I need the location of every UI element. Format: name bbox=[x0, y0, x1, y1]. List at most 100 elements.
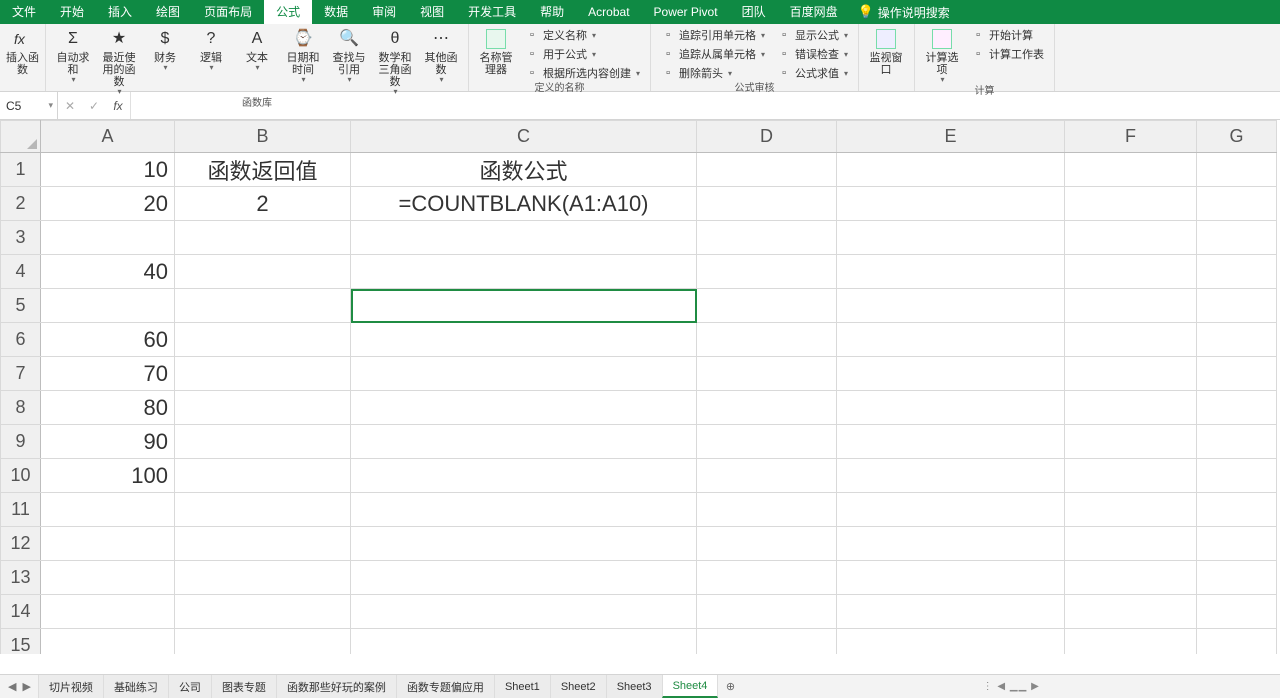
cell[interactable] bbox=[1065, 289, 1197, 323]
cell[interactable] bbox=[1065, 357, 1197, 391]
cell[interactable] bbox=[351, 459, 697, 493]
row-header[interactable]: 6 bbox=[1, 323, 41, 357]
cell[interactable] bbox=[837, 425, 1065, 459]
cell[interactable] bbox=[837, 629, 1065, 655]
cell[interactable] bbox=[175, 527, 351, 561]
cell[interactable] bbox=[41, 595, 175, 629]
ribbon-tab[interactable]: Acrobat bbox=[576, 0, 641, 24]
sheet-tab[interactable]: Sheet4 bbox=[662, 675, 719, 698]
cell[interactable] bbox=[351, 391, 697, 425]
cell[interactable]: 60 bbox=[41, 323, 175, 357]
function-library-button[interactable]: $财务▾ bbox=[144, 26, 186, 73]
cell[interactable] bbox=[837, 357, 1065, 391]
row-header[interactable]: 14 bbox=[1, 595, 41, 629]
ribbon-tab[interactable]: 百度网盘 bbox=[778, 0, 850, 24]
ribbon-tab[interactable]: 团队 bbox=[730, 0, 778, 24]
ribbon-small-button[interactable]: ▫错误检查▾ bbox=[773, 45, 852, 63]
cell[interactable]: 40 bbox=[41, 255, 175, 289]
cell[interactable] bbox=[697, 255, 837, 289]
cell[interactable] bbox=[837, 153, 1065, 187]
cell[interactable] bbox=[837, 221, 1065, 255]
cell[interactable]: 70 bbox=[41, 357, 175, 391]
cell[interactable] bbox=[1197, 527, 1277, 561]
name-manager-button[interactable]: 名称管理器 bbox=[475, 26, 517, 76]
function-library-button[interactable]: ⌚日期和时间▾ bbox=[282, 26, 324, 85]
calc-options-button[interactable]: 计算选项▾ bbox=[921, 26, 963, 85]
ribbon-small-button[interactable]: ▫追踪从属单元格▾ bbox=[657, 45, 769, 63]
ribbon-tab[interactable]: 页面布局 bbox=[192, 0, 264, 24]
cell[interactable] bbox=[1197, 323, 1277, 357]
cell[interactable] bbox=[1197, 153, 1277, 187]
cell[interactable] bbox=[1197, 425, 1277, 459]
cell[interactable]: 90 bbox=[41, 425, 175, 459]
sheet-tab[interactable]: 基础练习 bbox=[103, 675, 169, 698]
cell[interactable] bbox=[697, 425, 837, 459]
ribbon-small-button[interactable]: ▫删除箭头▾ bbox=[657, 64, 769, 82]
ribbon-tab[interactable]: 公式 bbox=[264, 0, 312, 24]
cell[interactable] bbox=[41, 493, 175, 527]
function-library-button[interactable]: 🔍查找与引用▾ bbox=[328, 26, 370, 85]
cell[interactable] bbox=[1065, 561, 1197, 595]
watch-window-button[interactable]: 监视窗口 bbox=[865, 26, 907, 76]
sheet-tab[interactable]: Sheet3 bbox=[606, 675, 663, 698]
cell[interactable] bbox=[1197, 561, 1277, 595]
cell[interactable] bbox=[175, 595, 351, 629]
cell[interactable] bbox=[1065, 425, 1197, 459]
cell[interactable] bbox=[41, 221, 175, 255]
cell[interactable] bbox=[1197, 493, 1277, 527]
cell[interactable] bbox=[351, 629, 697, 655]
tell-me-search[interactable]: 💡操作说明搜索 bbox=[858, 4, 950, 21]
cell[interactable] bbox=[697, 629, 837, 655]
row-header[interactable]: 9 bbox=[1, 425, 41, 459]
function-library-button[interactable]: Σ自动求和▾ bbox=[52, 26, 94, 85]
row-header[interactable]: 11 bbox=[1, 493, 41, 527]
cell[interactable] bbox=[1065, 187, 1197, 221]
ribbon-small-button[interactable]: ▫定义名称▾ bbox=[521, 26, 644, 44]
cell[interactable] bbox=[837, 527, 1065, 561]
cell[interactable] bbox=[351, 561, 697, 595]
cell[interactable] bbox=[175, 459, 351, 493]
cell[interactable] bbox=[697, 391, 837, 425]
column-header[interactable]: B bbox=[175, 121, 351, 153]
cell[interactable] bbox=[1197, 391, 1277, 425]
cell[interactable] bbox=[837, 391, 1065, 425]
function-library-button[interactable]: ⋯其他函数▾ bbox=[420, 26, 462, 85]
cell[interactable] bbox=[697, 459, 837, 493]
cell[interactable] bbox=[697, 595, 837, 629]
cell[interactable] bbox=[1065, 527, 1197, 561]
ribbon-tab[interactable]: 视图 bbox=[408, 0, 456, 24]
cell[interactable] bbox=[175, 629, 351, 655]
ribbon-small-button[interactable]: ▫显示公式▾ bbox=[773, 26, 852, 44]
cell[interactable] bbox=[697, 221, 837, 255]
sheet-tab[interactable]: Sheet2 bbox=[550, 675, 607, 698]
cell[interactable] bbox=[351, 255, 697, 289]
row-header[interactable]: 3 bbox=[1, 221, 41, 255]
cell[interactable]: 80 bbox=[41, 391, 175, 425]
ribbon-small-button[interactable]: ▫根据所选内容创建▾ bbox=[521, 64, 644, 82]
row-header[interactable]: 10 bbox=[1, 459, 41, 493]
cell[interactable] bbox=[351, 221, 697, 255]
cell[interactable]: 2 bbox=[175, 187, 351, 221]
ribbon-tab[interactable]: 帮助 bbox=[528, 0, 576, 24]
cell[interactable] bbox=[175, 425, 351, 459]
sheet-nav-next-icon[interactable]: ▶ bbox=[22, 680, 30, 693]
cell[interactable] bbox=[697, 357, 837, 391]
ribbon-tab[interactable]: 开始 bbox=[48, 0, 96, 24]
cell[interactable] bbox=[1197, 255, 1277, 289]
cell[interactable] bbox=[1197, 187, 1277, 221]
cell[interactable] bbox=[1065, 459, 1197, 493]
ribbon-small-button[interactable]: ▫计算工作表 bbox=[967, 45, 1048, 63]
row-header[interactable]: 12 bbox=[1, 527, 41, 561]
sheet-tab[interactable]: 函数专题偏应用 bbox=[396, 675, 495, 698]
cell[interactable] bbox=[351, 595, 697, 629]
function-library-button[interactable]: A文本▾ bbox=[236, 26, 278, 73]
sheet-tab[interactable]: 函数那些好玩的案例 bbox=[276, 675, 397, 698]
cell[interactable] bbox=[697, 527, 837, 561]
ribbon-tab[interactable]: 文件 bbox=[0, 0, 48, 24]
ribbon-tab[interactable]: Power Pivot bbox=[642, 0, 730, 24]
row-header[interactable]: 2 bbox=[1, 187, 41, 221]
function-library-button[interactable]: θ数学和三角函数▾ bbox=[374, 26, 416, 97]
column-header[interactable]: D bbox=[697, 121, 837, 153]
cell[interactable] bbox=[697, 323, 837, 357]
cell[interactable] bbox=[1197, 595, 1277, 629]
